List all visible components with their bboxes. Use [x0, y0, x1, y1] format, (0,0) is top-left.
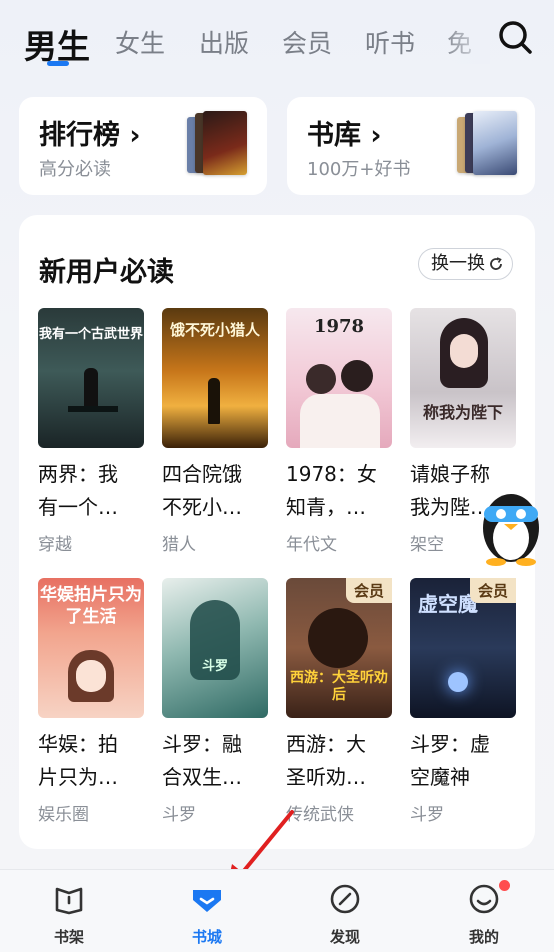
cover-title: 饿不死小猎人 [169, 321, 260, 339]
cover-title: 西游：大圣听劝后 [290, 670, 388, 703]
tab-audiobook[interactable]: 听书 [365, 24, 415, 60]
nav-label: 书架 [53, 928, 84, 946]
new-user-section: 新用户必读 换一换 我有一个古武世界 两界：我 有一个… 穿越 饿不死小猎人 四合… [19, 215, 535, 849]
book-genre: 年代文 [286, 535, 337, 555]
book-genre: 穿越 [38, 535, 72, 555]
nav-label: 发现 [329, 928, 360, 946]
tab-female[interactable]: 女生 [115, 24, 165, 60]
book-genre: 娱乐圈 [38, 805, 89, 825]
book-genre: 猎人 [162, 535, 196, 555]
book-title: 两界：我 有一个… [38, 462, 118, 519]
discover-icon [330, 884, 360, 914]
cover-title: 我有一个古武世界 [38, 327, 143, 342]
book-genre: 斗罗 [410, 805, 444, 825]
nav-label: 我的 [468, 928, 499, 946]
book-cover[interactable]: 称我为陛下 [410, 308, 516, 448]
tabs-fade [440, 14, 490, 64]
ranking-title: 排行榜 › [39, 120, 141, 151]
category-tabs: 男生 女生 出版 会员 听书 免 [0, 0, 554, 84]
bottom-navigation: 书架 书城 发现 我的 [0, 869, 554, 952]
ranking-subtitle: 高分必读 [39, 159, 111, 180]
section-title: 新用户必读 [39, 257, 174, 288]
nav-profile[interactable]: 我的 [429, 870, 539, 952]
tab-vip[interactable]: 会员 [282, 24, 332, 60]
penguin-mascot-icon[interactable] [474, 480, 548, 566]
active-tab-indicator [47, 61, 69, 66]
cover-title: 称我为陛下 [422, 403, 503, 422]
book-title: 西游：大 圣听劝… [286, 732, 366, 789]
search-icon[interactable] [497, 19, 533, 55]
book-cover[interactable]: 斗罗 [162, 578, 268, 718]
cover-title: 1978 [313, 316, 365, 337]
refresh-label: 换一换 [431, 253, 485, 274]
book-title: 斗罗：融 合双生… [162, 732, 242, 789]
book-title: 华娱：拍 片只为… [38, 732, 118, 789]
library-subtitle: 100万+好书 [307, 159, 411, 180]
book-cover[interactable]: 我有一个古武世界 [38, 308, 144, 448]
nav-discover[interactable]: 发现 [290, 870, 400, 952]
ranking-book-stack [185, 111, 249, 177]
book-cover[interactable]: 饿不死小猎人 [162, 308, 268, 448]
vip-badge: 会员 [469, 578, 516, 603]
cover-title: 华娱拍片只为了生活 [40, 585, 142, 627]
library-card[interactable]: 书库 › 100万+好书 [287, 97, 535, 195]
tab-publish[interactable]: 出版 [199, 24, 249, 60]
refresh-icon [490, 257, 502, 270]
book-genre: 架空 [410, 535, 444, 555]
nav-bookshelf[interactable]: 书架 [14, 870, 124, 952]
profile-icon [469, 884, 499, 914]
book-cover[interactable]: 华娱拍片只为了生活 [38, 578, 144, 718]
cover-title: 斗罗 [201, 659, 228, 674]
bookshelf-icon [55, 887, 83, 915]
book-genre: 斗罗 [162, 805, 196, 825]
library-title: 书库 › [307, 120, 382, 151]
ranking-card[interactable]: 排行榜 › 高分必读 [19, 97, 267, 195]
notification-dot [499, 880, 510, 891]
book-title: 斗罗：虚 空魔神 [410, 732, 490, 789]
refresh-button[interactable]: 换一换 [418, 248, 513, 280]
nav-bookstore[interactable]: 书城 [152, 870, 262, 952]
vip-badge: 会员 [345, 578, 392, 603]
nav-label: 书城 [191, 928, 222, 946]
book-title: 四合院饿 不死小… [162, 462, 242, 519]
book-title: 1978：女 知青，… [286, 462, 377, 519]
book-cover[interactable]: 1978 [286, 308, 392, 448]
bookstore-icon [193, 890, 221, 912]
library-book-stack [455, 111, 519, 177]
